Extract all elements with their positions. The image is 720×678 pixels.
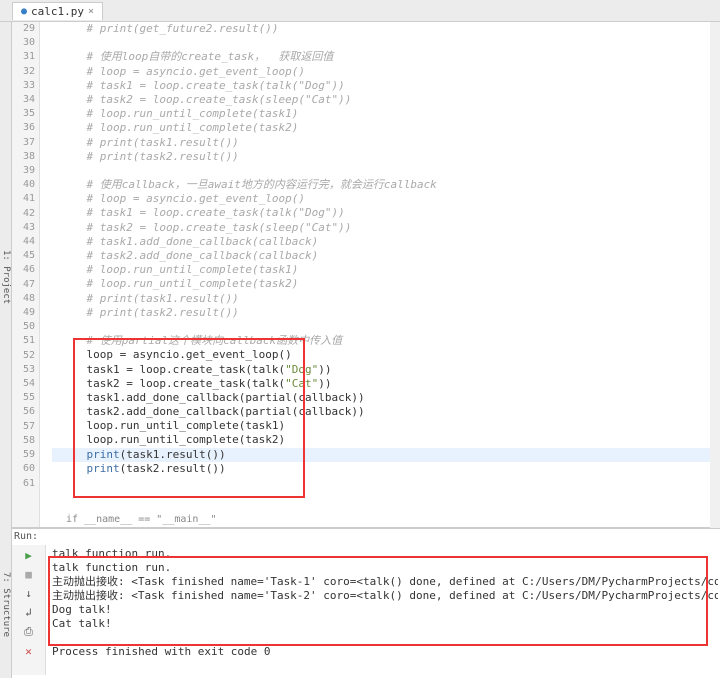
fold-column bbox=[40, 22, 52, 527]
tab-filename: calc1.py bbox=[31, 5, 84, 18]
structure-tool-tab[interactable]: 7: Structure bbox=[0, 528, 12, 678]
editor-pane: 29 30 31 32 33 34 35 36 37 38 39 40 41 4… bbox=[12, 22, 720, 528]
rerun-icon[interactable]: ▶ bbox=[25, 549, 32, 562]
close-run-icon[interactable]: ✕ bbox=[25, 645, 32, 658]
console-output[interactable]: talk function run. talk function run. 主动… bbox=[46, 545, 718, 676]
file-tab[interactable]: ● calc1.py × bbox=[12, 2, 103, 20]
project-tool-tab[interactable]: 1: Project bbox=[0, 22, 12, 528]
stop-icon[interactable]: ■ bbox=[25, 568, 32, 581]
line-number-gutter: 29 30 31 32 33 34 35 36 37 38 39 40 41 4… bbox=[12, 22, 40, 527]
code-area[interactable]: # print(get_future2.result()) # 使用loop自带… bbox=[52, 22, 720, 527]
scroll-down-icon[interactable]: ↓ bbox=[25, 587, 32, 600]
run-toolbar: ▶ ■ ↓ ↲ ⎙ ✕ bbox=[12, 545, 46, 675]
close-tab-icon[interactable]: × bbox=[88, 6, 94, 17]
soft-wrap-icon[interactable]: ↲ bbox=[25, 606, 32, 619]
breadcrumb[interactable]: if __name__ == "__main__" bbox=[66, 514, 217, 525]
python-file-icon: ● bbox=[21, 6, 27, 17]
run-panel: Run: ▶ ■ ↓ ↲ ⎙ ✕ talk function run. talk… bbox=[12, 528, 720, 678]
tab-bar: ● calc1.py × bbox=[0, 0, 720, 22]
print-icon[interactable]: ⎙ bbox=[24, 625, 33, 639]
editor-scrollbar[interactable] bbox=[710, 22, 720, 528]
run-label: Run: bbox=[14, 531, 38, 542]
